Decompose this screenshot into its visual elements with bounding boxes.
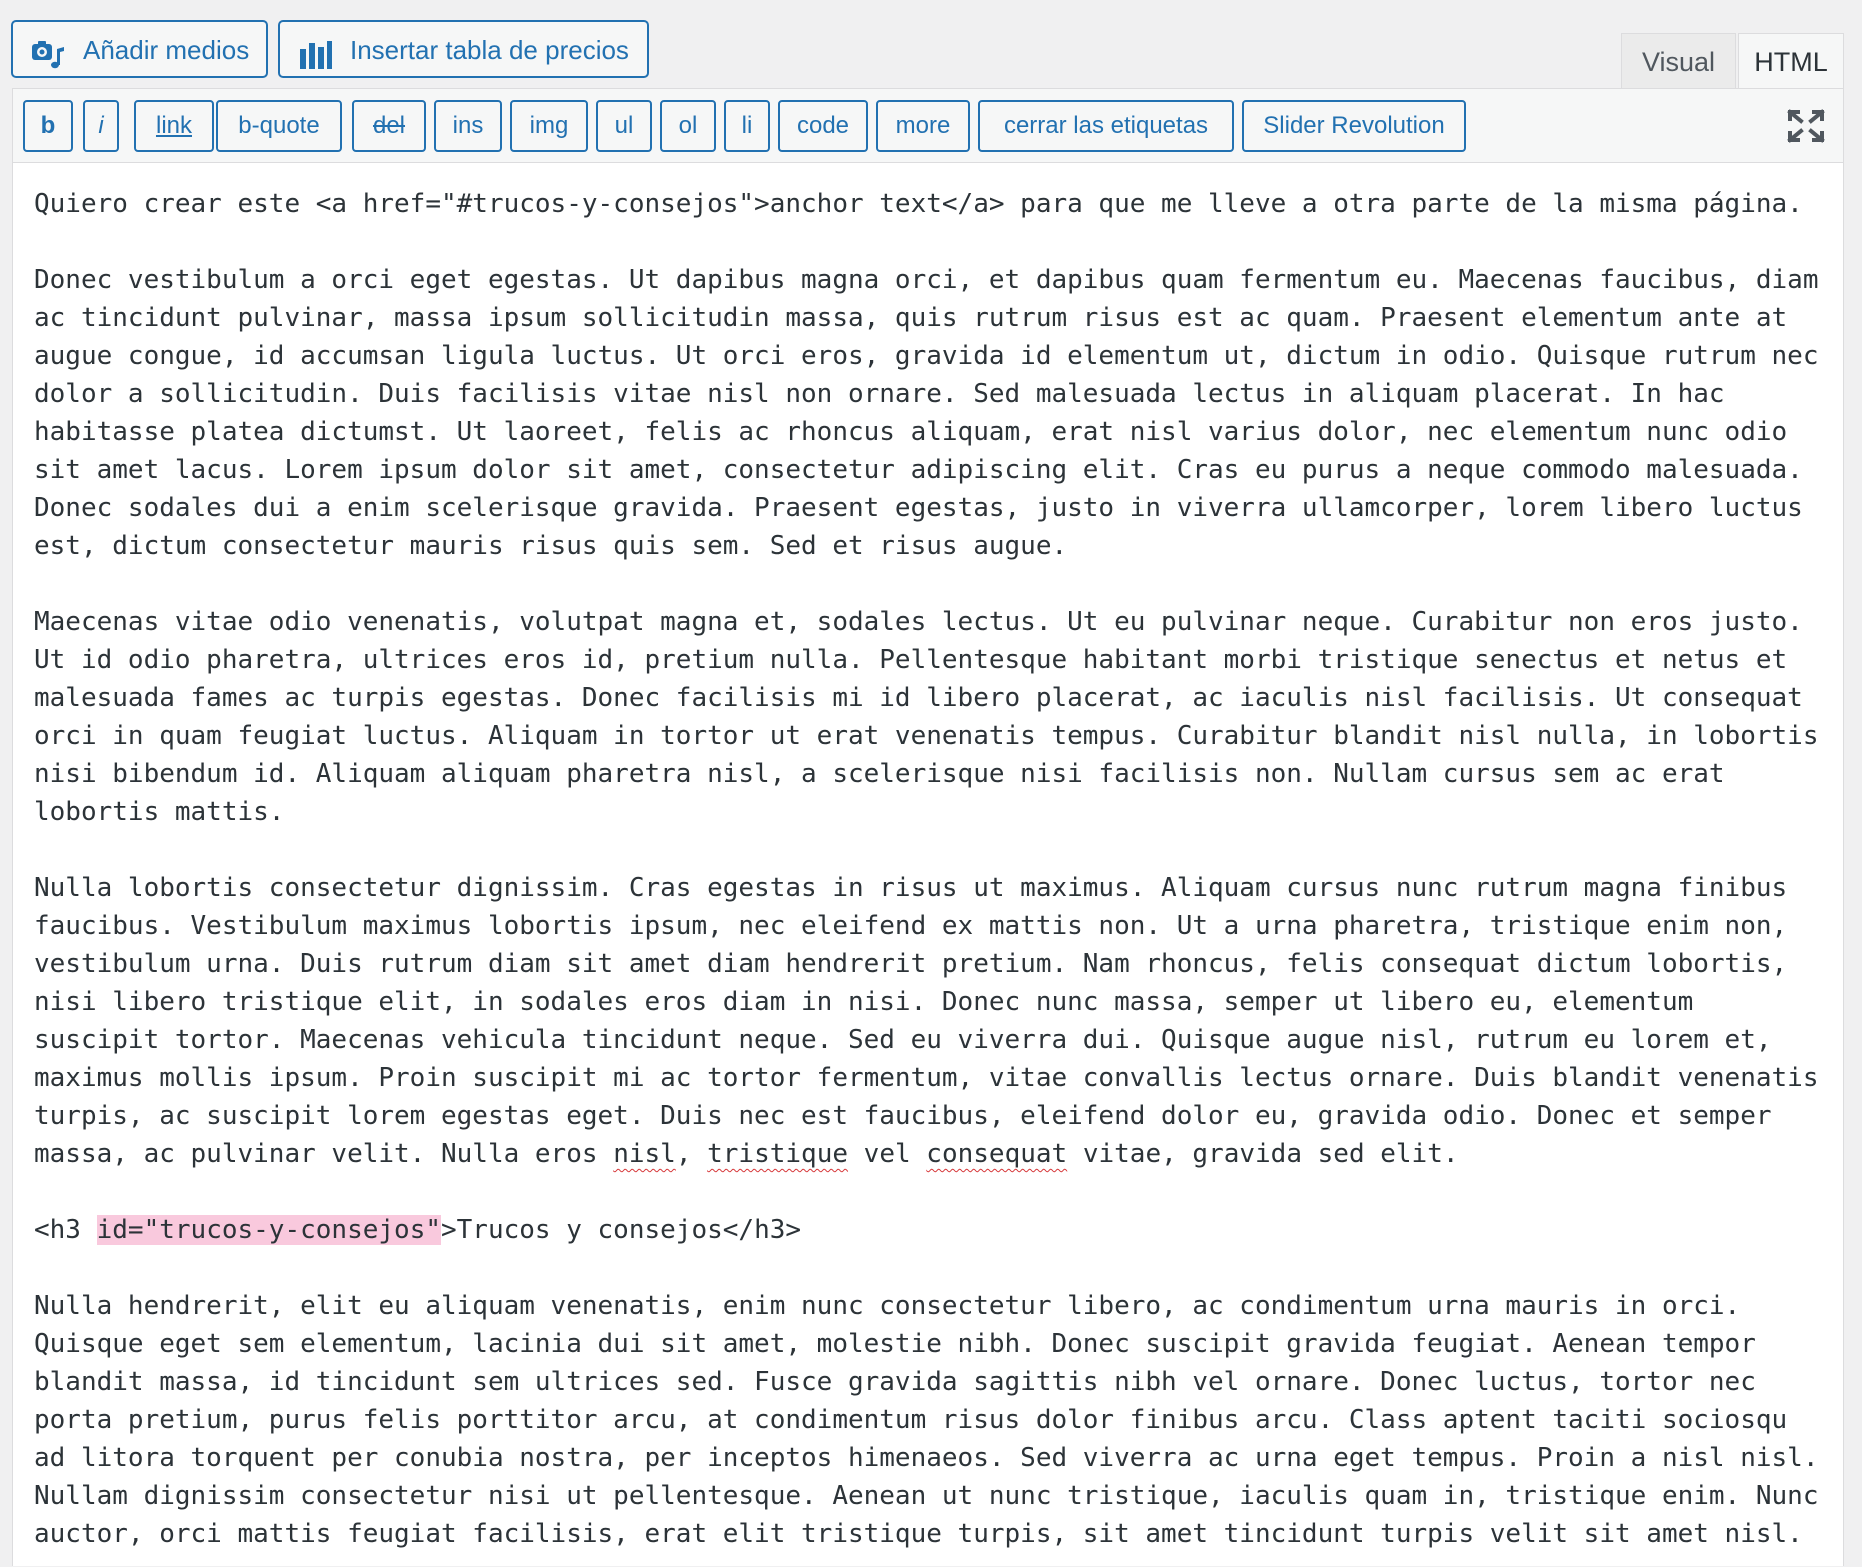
qt-li-button[interactable]: li [724, 100, 770, 152]
bar-chart-icon [298, 34, 332, 69]
h3-heading-line: <h3 id="trucos-y-consejos">Trucos y cons… [34, 1211, 1823, 1249]
qt-more-button[interactable]: more [876, 100, 970, 152]
editor-tools: Añadir medios Insertar tabla de precios … [0, 0, 1862, 89]
html-content-textarea[interactable]: Quiero crear este <a href="#trucos-y-con… [13, 163, 1843, 1567]
qt-link-button[interactable]: link [134, 100, 214, 152]
spellcheck-word-tristique: tristique [707, 1139, 849, 1169]
qt-code-button[interactable]: code [778, 100, 868, 152]
media-camera-music-icon [31, 34, 65, 69]
qt-bold-button[interactable]: b [23, 100, 73, 152]
add-media-label: Añadir medios [83, 35, 250, 65]
content-paragraph-3: Maecenas vitae odio venenatis, volutpat … [34, 607, 1835, 827]
qt-ul-button[interactable]: ul [596, 100, 652, 152]
content-paragraph-5: Nulla hendrerit, elit eu aliquam venenat… [34, 1291, 1835, 1549]
highlighted-id-attribute: id="trucos-y-consejos" [96, 1215, 441, 1245]
insert-pricing-table-label: Insertar tabla de precios [350, 35, 629, 65]
qt-close-tags-button[interactable]: cerrar las etiquetas [978, 100, 1234, 152]
tab-visual[interactable]: Visual [1621, 33, 1736, 89]
qt-slider-revolution-button[interactable]: Slider Revolution [1242, 100, 1466, 152]
qt-img-button[interactable]: img [510, 100, 588, 152]
h3-open-tag: <h3 [34, 1215, 97, 1245]
paragraph-4-separator-2: vel [848, 1139, 927, 1169]
qt-ins-button[interactable]: ins [434, 100, 502, 152]
content-paragraph-1: Quiero crear este <a href="#trucos-y-con… [34, 189, 1803, 219]
insert-pricing-table-button[interactable]: Insertar tabla de precios [278, 20, 649, 78]
paragraph-4-separator-1: , [675, 1139, 708, 1169]
qt-italic-button[interactable]: i [83, 100, 119, 152]
quicktags-toolbar: b i link b-quote del ins img ul ol li co… [13, 89, 1843, 163]
editor-container: b i link b-quote del ins img ul ol li co… [12, 88, 1844, 1566]
spellcheck-word-nisl: nisl [613, 1139, 676, 1169]
paragraph-4-text: Nulla lobortis consectetur dignissim. Cr… [34, 873, 1835, 1169]
qt-ol-button[interactable]: ol [660, 100, 716, 152]
fullscreen-expand-icon[interactable] [1787, 109, 1825, 143]
content-paragraph-4: Nulla lobortis consectetur dignissim. Cr… [34, 869, 1823, 1173]
qt-blockquote-button[interactable]: b-quote [216, 100, 342, 152]
paragraph-4-end: vitae, gravida sed elit. [1067, 1139, 1459, 1169]
add-media-button[interactable]: Añadir medios [11, 20, 268, 78]
content-paragraph-2: Donec vestibulum a orci eget egestas. Ut… [34, 265, 1835, 561]
post-editor: Añadir medios Insertar tabla de precios … [0, 0, 1862, 1566]
spellcheck-word-consequat: consequat [926, 1139, 1068, 1169]
h3-rest: >Trucos y consejos</h3> [441, 1215, 802, 1245]
tab-html[interactable]: HTML [1738, 33, 1844, 89]
qt-del-button[interactable]: del [352, 100, 426, 152]
